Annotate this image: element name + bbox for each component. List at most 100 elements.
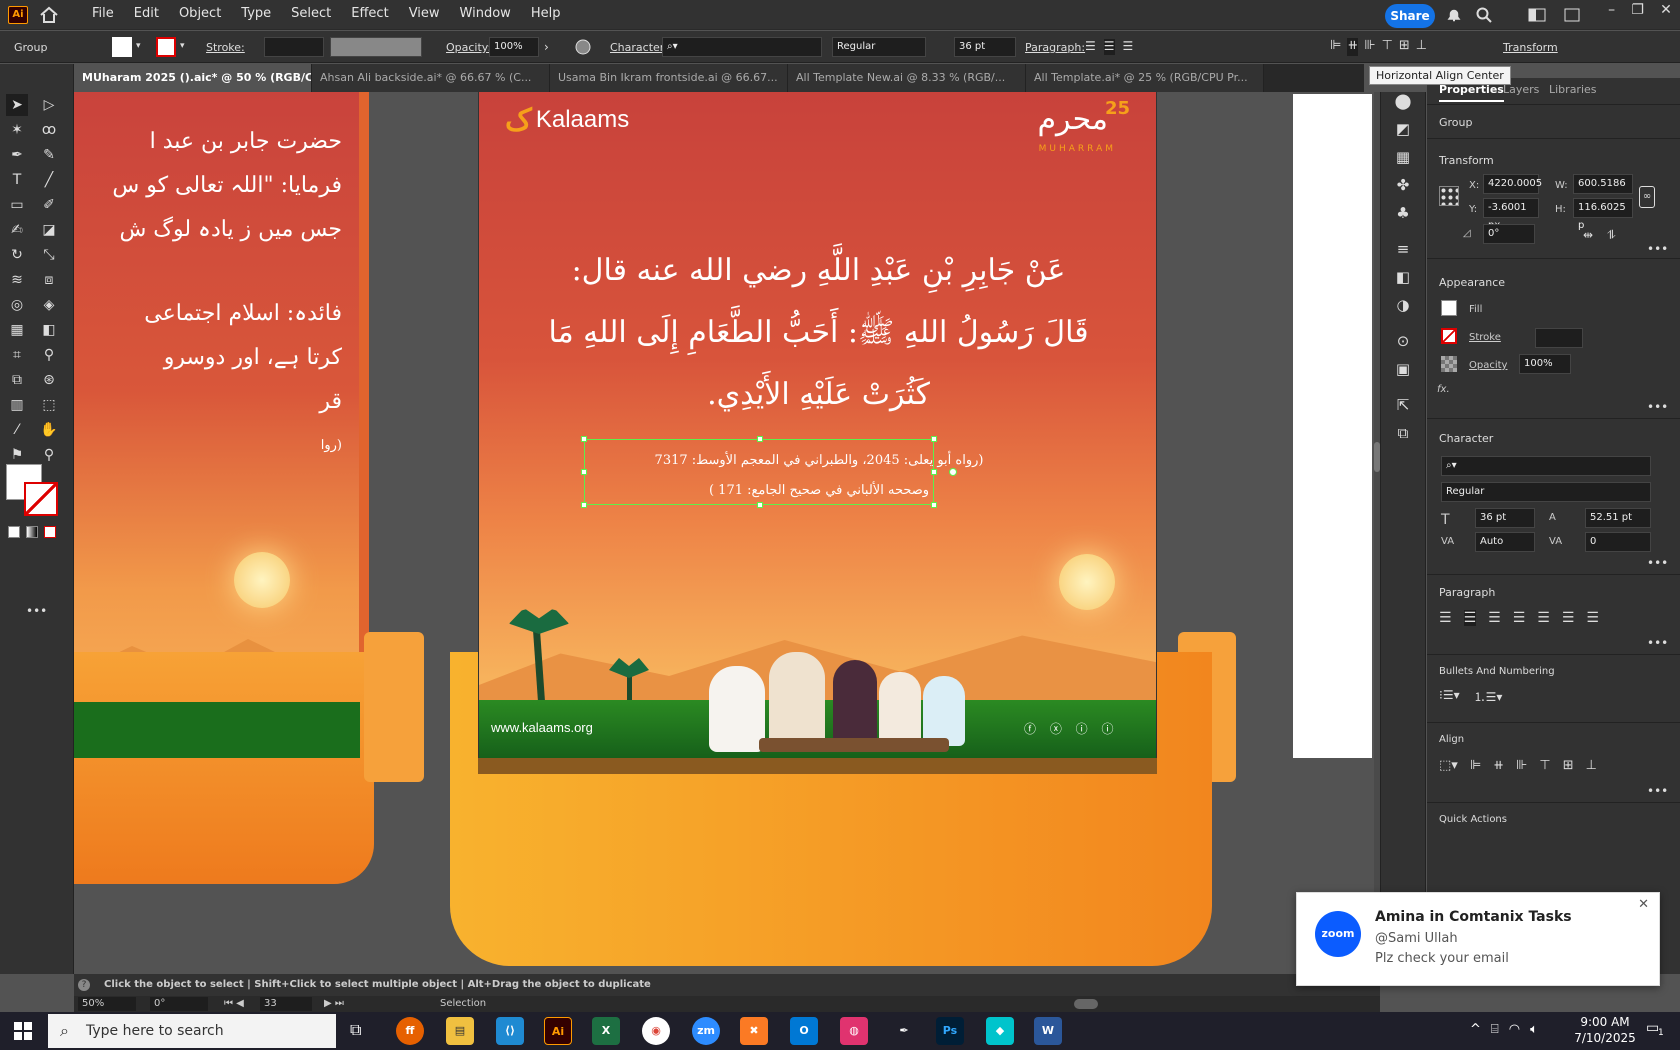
align-middle-icon[interactable]: ⊞ (1563, 758, 1574, 773)
chevron-right-icon[interactable]: › (544, 40, 549, 54)
more-options-icon[interactable]: ••• (1647, 556, 1668, 570)
canvas[interactable]: حضرت جابر بن عبد ا فرمایا: "اللہ تعالی ک… (74, 92, 1380, 974)
first-artboard-icon[interactable]: ⏮ ◀ (224, 996, 244, 1012)
symbols-icon[interactable]: ♣ (1396, 204, 1409, 222)
shape-builder-icon[interactable]: ◎ (6, 294, 28, 316)
tab-all-template[interactable]: All Template.ai* @ 25 % (RGB/CPU Pr... (1026, 64, 1264, 92)
word-icon[interactable]: W (1034, 1017, 1062, 1045)
shaper-tool-icon[interactable]: ✍ (6, 219, 28, 241)
align-center-icon[interactable]: ☰ (1103, 39, 1115, 55)
rotation-field[interactable]: 0° (150, 997, 208, 1011)
menu-help[interactable]: Help (521, 0, 571, 30)
curvature-tool-icon[interactable]: ✎ (38, 144, 60, 166)
reference-point-icon[interactable] (1439, 186, 1459, 206)
chevron-down-icon[interactable]: ▾ (136, 41, 141, 51)
constrain-proportions-icon[interactable]: ∞ (1639, 186, 1655, 208)
align-left-icon[interactable]: ☰ (1439, 610, 1452, 626)
slice-tool-icon[interactable]: ⁄ (6, 419, 28, 441)
hand-tool-icon[interactable]: ✋ (38, 419, 60, 441)
numbering-icon[interactable]: ⒈☰▾ (1474, 688, 1503, 705)
lasso-icon[interactable]: ꝏ (38, 119, 60, 141)
more-options-icon[interactable]: ••• (1647, 242, 1668, 256)
transparency-icon[interactable]: ◑ (1396, 296, 1409, 314)
paintbrush-icon[interactable]: ✐ (38, 194, 60, 216)
color-panel-icon[interactable]: ⬤ (1395, 92, 1412, 110)
tracking-field[interactable]: 0 (1585, 532, 1651, 552)
tab-muharam[interactable]: MUharam 2025 ().aic* @ 50 % (RGB/CPU Pre… (74, 64, 312, 92)
mesh-tool-icon[interactable]: ⌗ (6, 344, 28, 366)
chrome-icon[interactable]: ◉ (642, 1017, 670, 1045)
width-field[interactable]: 600.5186 p (1573, 174, 1633, 207)
fill-swatch[interactable] (1441, 300, 1457, 316)
notifications-icon[interactable]: ▭ 1 (1646, 1020, 1666, 1040)
menu-window[interactable]: Window (450, 0, 521, 30)
more-tools-icon[interactable]: ••• (26, 604, 47, 618)
close-icon[interactable]: ✕ (1660, 2, 1672, 22)
search-icon[interactable] (1476, 7, 1492, 23)
transform-link[interactable]: Transform (1503, 41, 1558, 54)
stroke-color-box[interactable] (24, 482, 58, 516)
justify-all-icon[interactable]: ☰ (1586, 610, 1599, 626)
rectangle-tool-icon[interactable]: ▭ (6, 194, 28, 216)
font-size-field[interactable]: 36 pt (1475, 508, 1535, 528)
fx-button[interactable]: fx. (1437, 384, 1450, 395)
menu-object[interactable]: Object (169, 0, 231, 30)
windows-start-icon[interactable] (14, 1022, 32, 1040)
menu-type[interactable]: Type (231, 0, 281, 30)
zoom-taskbar-icon[interactable]: zm (692, 1017, 720, 1045)
zoom-tool-icon[interactable]: ⚲ (38, 444, 60, 466)
tab-usama[interactable]: Usama Bin Ikram frontside.ai @ 66.67... (550, 64, 788, 92)
volume-icon[interactable]: 🔈︎ (1530, 1022, 1538, 1037)
share-button[interactable]: Share (1385, 4, 1435, 28)
graphic-styles-icon[interactable]: ▣ (1396, 360, 1410, 378)
align-top-icon[interactable]: ⊤ (1539, 758, 1550, 773)
recolor-icon[interactable] (575, 39, 591, 55)
horizontal-align-center-icon[interactable]: ⧺ (1347, 38, 1359, 56)
help-icon[interactable]: ? (78, 979, 90, 991)
horizontal-scrollbar[interactable] (1074, 999, 1098, 1009)
align-bottom-icon[interactable]: ⊥ (1416, 38, 1427, 56)
chevron-down-icon[interactable]: ▾ (180, 41, 185, 51)
justify-left-icon[interactable]: ☰ (1513, 610, 1526, 626)
eyedropper-icon[interactable]: ⚲ (38, 344, 60, 366)
character-label[interactable]: Character: (610, 41, 668, 54)
kerning-field[interactable]: Auto (1475, 532, 1535, 552)
minimize-icon[interactable]: – (1608, 2, 1615, 22)
artboard-number-field[interactable]: 33 (260, 997, 312, 1011)
flip-horizontal-icon[interactable]: ⇹ (1583, 228, 1593, 242)
main-artboard[interactable]: ک Kalaams 25 محرم MUHARRAM عَنْ جَابِرِ … (478, 92, 1157, 758)
menu-edit[interactable]: Edit (124, 0, 169, 30)
color-icon[interactable] (8, 526, 20, 538)
opacity-label[interactable]: Opacity: (446, 41, 491, 54)
arrange-icon[interactable] (1564, 8, 1580, 22)
pen-icon[interactable]: ✒ (890, 1017, 918, 1045)
rotate-handle[interactable] (949, 468, 957, 476)
type-tool-icon[interactable]: T (6, 169, 28, 191)
chevron-up-icon[interactable]: ^ (1470, 1022, 1481, 1037)
close-icon[interactable]: ✕ (1638, 897, 1649, 912)
stroke-swatch[interactable] (1441, 328, 1457, 344)
photoshop-icon[interactable]: Ps (936, 1017, 964, 1045)
blend-tool-icon[interactable]: ⧉ (6, 369, 28, 391)
align-right-edges-icon[interactable]: ⊪ (1364, 38, 1375, 56)
align-right-icon[interactable]: ☰ (1488, 610, 1501, 626)
taskbar-search[interactable]: ⌕ Type here to search (48, 1014, 336, 1048)
selection-bounding-box[interactable] (581, 436, 957, 508)
eraser-icon[interactable]: ◪ (38, 219, 60, 241)
wifi-icon[interactable]: ◠ (1509, 1022, 1520, 1037)
xampp-icon[interactable]: ✖ (740, 1017, 768, 1045)
opacity-field[interactable]: 100% (489, 37, 539, 57)
bullets-icon[interactable]: ⁝☰▾ (1439, 688, 1460, 705)
menu-view[interactable]: View (399, 0, 450, 30)
align-top-icon[interactable]: ⊤ (1382, 38, 1393, 56)
align-left-edges-icon[interactable]: ⊫ (1330, 38, 1341, 56)
menu-effect[interactable]: Effect (341, 0, 398, 30)
font-style-field[interactable]: Regular (1441, 482, 1651, 502)
justify-right-icon[interactable]: ☰ (1562, 610, 1575, 626)
artboard-tool-icon[interactable]: ⬚ (38, 394, 60, 416)
network-icon[interactable]: ⌸ (1491, 1022, 1499, 1037)
rotate-field[interactable]: 0° (1483, 224, 1535, 244)
opacity-label[interactable]: Opacity (1469, 360, 1507, 371)
export-icon[interactable]: ⇱ (1397, 396, 1410, 414)
canva-icon[interactable]: ◍ (840, 1017, 868, 1045)
